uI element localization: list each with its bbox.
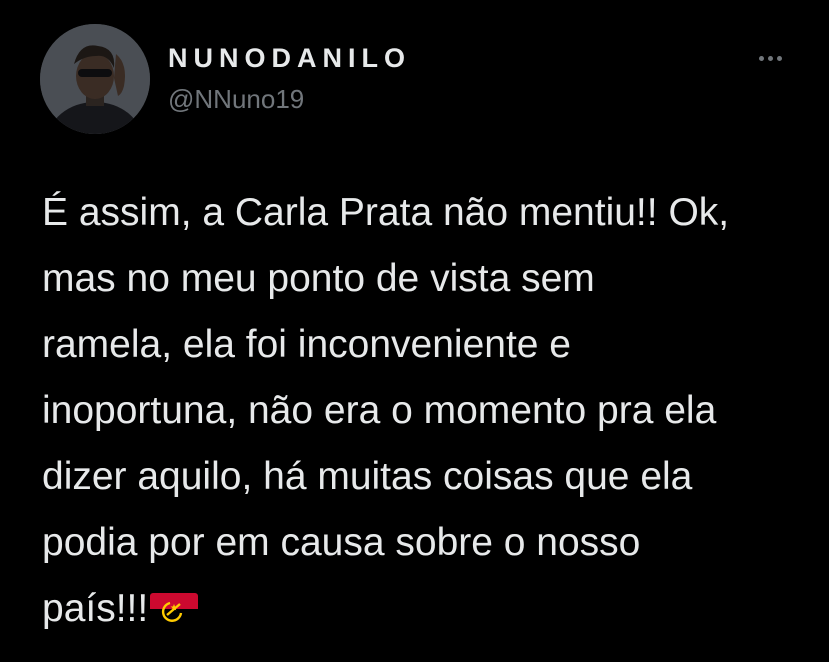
tweet-text-line: país!!! bbox=[42, 587, 149, 630]
tweet-text-line: É assim, a Carla Prata não mentiu!! Ok, bbox=[42, 191, 730, 234]
tweet-text-line: inoportuna, não era o momento pra ela bbox=[42, 389, 717, 432]
angola-flag-icon bbox=[150, 593, 199, 625]
tweet-text-line: dizer aquilo, há muitas coisas que ela bbox=[42, 455, 693, 498]
author-display-name[interactable]: NUNODANILO bbox=[168, 43, 411, 74]
ellipsis-icon bbox=[758, 55, 764, 61]
more-options-button[interactable] bbox=[750, 46, 790, 70]
tweet-text-line: podia por em causa sobre o nosso bbox=[42, 521, 641, 564]
ellipsis-icon-dot bbox=[776, 55, 782, 61]
ellipsis-icon-dot bbox=[767, 55, 773, 61]
tweet-text: É assim, a Carla Prata não mentiu!! Ok, … bbox=[42, 180, 812, 642]
tweet-text-line: ramela, ela foi inconveniente e bbox=[42, 323, 571, 366]
tweet-card: NUNODANILO @NNuno19 É assim, a Carla Pra… bbox=[0, 0, 829, 662]
tweet-text-line: mas no meu ponto de vista sem bbox=[42, 257, 595, 300]
avatar-photo bbox=[40, 24, 150, 134]
avatar[interactable] bbox=[40, 24, 150, 134]
author-handle[interactable]: @NNuno19 bbox=[168, 84, 304, 115]
tweet-text-last-line: país!!! bbox=[42, 576, 812, 642]
